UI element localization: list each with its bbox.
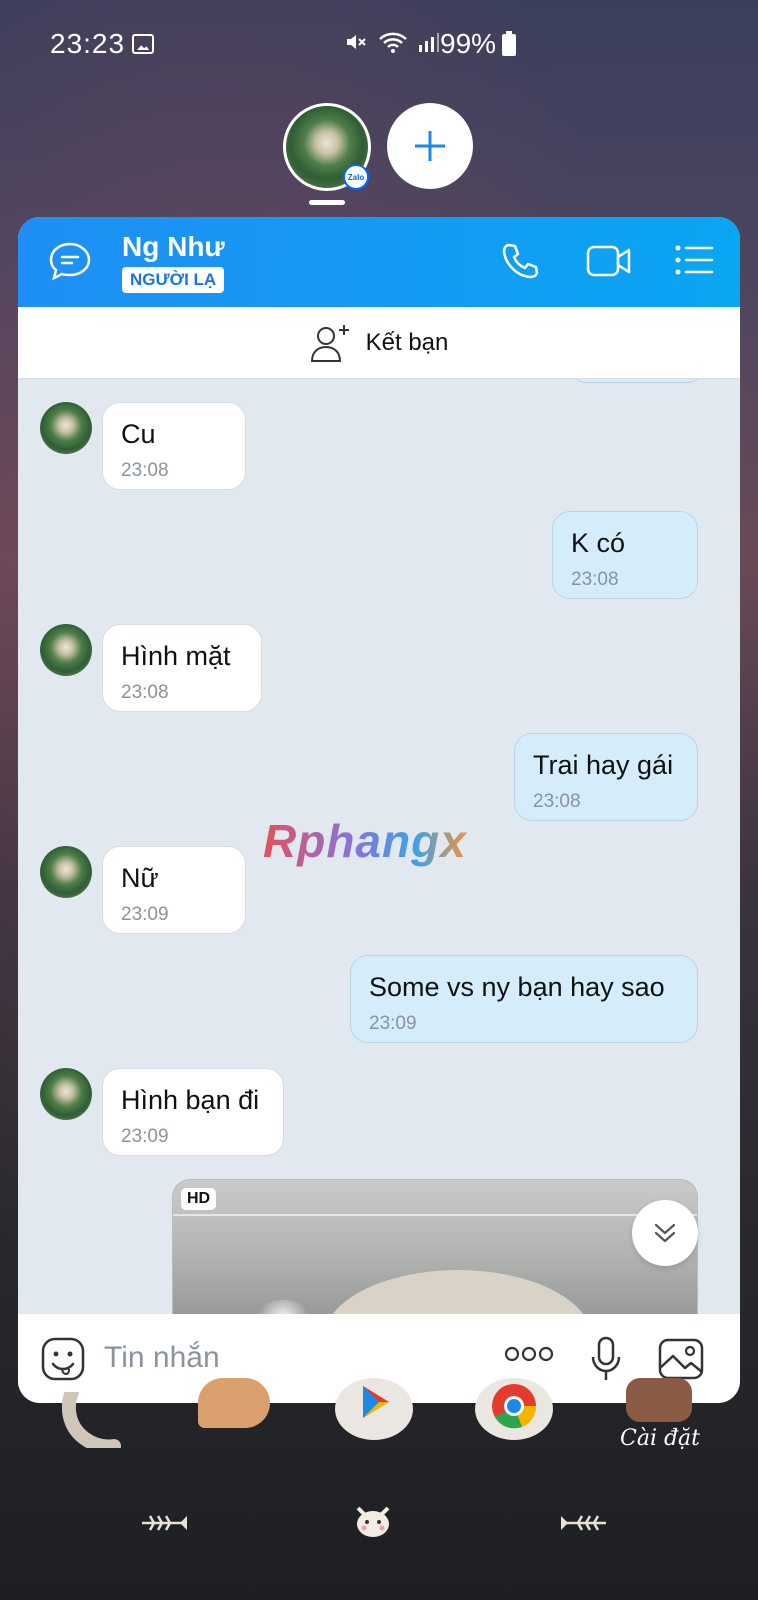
message-time: 23:09 (121, 904, 169, 925)
settings-app-icon[interactable] (626, 1378, 692, 1422)
chrome-logo-icon (492, 1384, 537, 1429)
status-icons (344, 30, 440, 54)
mute-icon (347, 35, 366, 49)
incoming-message[interactable]: Hình bạn đi 23:09 (102, 1068, 284, 1156)
zalo-badge: Zalo (343, 164, 369, 190)
chrome-app-icon[interactable] (475, 1378, 553, 1440)
status-time: 23:23 (50, 28, 126, 59)
outgoing-message[interactable]: K có 23:08 (552, 511, 698, 599)
message-text: Hình mặt (121, 641, 231, 671)
play-store-app-icon[interactable] (335, 1378, 413, 1440)
phone-call-icon[interactable] (500, 241, 540, 286)
scroll-to-bottom-button[interactable] (632, 1200, 698, 1266)
outgoing-message[interactable]: Some vs ny bạn hay sao 23:09 (350, 955, 698, 1043)
message-time: 23:08 (533, 791, 581, 812)
message-time: 23:08 (121, 460, 169, 481)
outgoing-photo-message[interactable]: HD (172, 1179, 698, 1314)
phone-app-icon[interactable] (62, 1392, 132, 1448)
menu-list-icon[interactable] (674, 243, 714, 282)
message-time: 23:08 (571, 569, 619, 590)
play-store-logo-icon (363, 1386, 389, 1418)
message-input[interactable] (104, 1336, 484, 1380)
photo-detail (323, 1270, 593, 1314)
status-bar: 23:23 99% (0, 0, 758, 90)
watermark: Rphangx (263, 815, 467, 867)
signal-icon (419, 33, 439, 52)
microphone-icon[interactable] (590, 1336, 622, 1387)
contact-avatar[interactable] (40, 402, 92, 454)
message-text: K có (571, 528, 626, 558)
active-chat-indicator (309, 200, 345, 205)
contact-avatar[interactable] (40, 624, 92, 676)
fish-bone-left-icon[interactable] (140, 1508, 188, 1538)
more-options-icon[interactable] (504, 1344, 554, 1369)
incoming-message[interactable]: Cu 23:08 (102, 402, 246, 490)
add-user-icon (310, 324, 349, 362)
fish-bone-right-icon[interactable] (560, 1508, 608, 1538)
previous-message-peek (572, 379, 702, 383)
stranger-badge: NGƯỜI LẠ (122, 267, 225, 293)
message-text: Hình bạn đi (121, 1085, 260, 1115)
message-text: Nữ (121, 863, 159, 893)
battery-icon (502, 31, 516, 56)
incoming-message[interactable]: Nữ 23:09 (102, 846, 246, 934)
cat-home-icon[interactable] (353, 1500, 393, 1540)
settings-app-label: Cài đặt (620, 1426, 701, 1451)
photo-detail (173, 1214, 697, 1216)
incoming-message[interactable]: Hình mặt 23:08 (102, 624, 262, 712)
wifi-icon (379, 32, 407, 53)
video-call-icon[interactable] (586, 243, 632, 284)
contact-avatar[interactable] (40, 846, 92, 898)
battery-percent: 99% (440, 28, 497, 59)
double-chevron-down-icon (654, 1223, 676, 1243)
message-text: Some vs ny bạn hay sao (369, 972, 665, 1002)
add-friend-button[interactable]: Kết bạn (18, 307, 740, 379)
add-friend-label: Kết bạn (365, 328, 449, 356)
gallery-notification-icon (132, 34, 154, 54)
contact-name[interactable]: Ng Như (122, 231, 225, 263)
message-time: 23:08 (121, 682, 169, 703)
message-text: Cu (121, 419, 156, 449)
message-text: Trai hay gái (533, 750, 674, 780)
emoji-sticker-icon[interactable] (40, 1336, 86, 1387)
message-time: 23:09 (121, 1126, 169, 1147)
chat-bubble-icon[interactable] (48, 241, 92, 286)
chat-window: Ng Như NGƯỜI LẠ Kết bạn Cu 23:08 K có 23… (18, 217, 740, 1403)
outgoing-message[interactable]: Trai hay gái 23:08 (514, 733, 698, 821)
message-time: 23:09 (369, 1013, 417, 1034)
hd-badge: HD (181, 1188, 217, 1210)
photo-detail (253, 1300, 313, 1314)
plus-icon (415, 131, 445, 161)
chat-header: Ng Như NGƯỜI LẠ (18, 217, 740, 307)
contact-avatar[interactable] (40, 1068, 92, 1120)
add-chat-head-button[interactable] (387, 103, 473, 189)
messages-app-icon[interactable] (198, 1378, 270, 1428)
